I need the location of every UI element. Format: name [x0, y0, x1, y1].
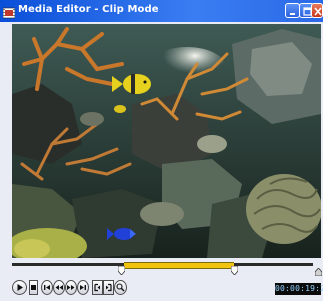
mark-in-handle[interactable]: [117, 260, 126, 276]
play-button[interactable]: [12, 280, 27, 295]
fast-forward-icon: [67, 285, 75, 290]
next-clip-button[interactable]: [77, 280, 89, 295]
close-button[interactable]: [311, 3, 323, 18]
fast-forward-button[interactable]: [65, 280, 77, 295]
previous-clip-icon: [44, 285, 50, 290]
clip-selection-range[interactable]: [124, 262, 234, 269]
mark-out-icon: [106, 283, 112, 292]
rewind-button[interactable]: [53, 280, 65, 295]
rewind-icon: [55, 285, 63, 290]
mark-in-icon: [117, 265, 126, 276]
video-preview[interactable]: [12, 24, 321, 258]
aquarium-video-frame: [12, 24, 321, 258]
timecode-display: 00:00:19:29: [275, 283, 323, 295]
film-icon: [2, 4, 16, 19]
zoom-icon: [116, 283, 125, 292]
close-icon: [314, 7, 322, 16]
set-mark-in-button[interactable]: [92, 280, 103, 295]
end-marker-icon: [314, 261, 323, 277]
title-bar[interactable]: Media Editor - Clip Mode: [0, 0, 323, 22]
stop-button[interactable]: [29, 280, 38, 295]
play-icon: [17, 284, 23, 291]
stop-icon: [31, 285, 36, 290]
set-mark-out-button[interactable]: [103, 280, 114, 295]
mark-out-handle[interactable]: [230, 260, 239, 276]
timeline-scrubber[interactable]: [12, 260, 323, 277]
media-editor-window: Media Editor - Clip Mode 00:00:19:2: [0, 0, 323, 301]
minimize-button[interactable]: [285, 3, 300, 18]
previous-clip-button[interactable]: [41, 280, 53, 295]
mark-in-icon: [94, 283, 100, 292]
mark-out-icon: [230, 265, 239, 276]
zoom-button[interactable]: [114, 280, 127, 295]
next-clip-icon: [80, 285, 86, 290]
window-title: Media Editor - Clip Mode: [18, 4, 159, 15]
minimize-icon: [290, 13, 295, 15]
